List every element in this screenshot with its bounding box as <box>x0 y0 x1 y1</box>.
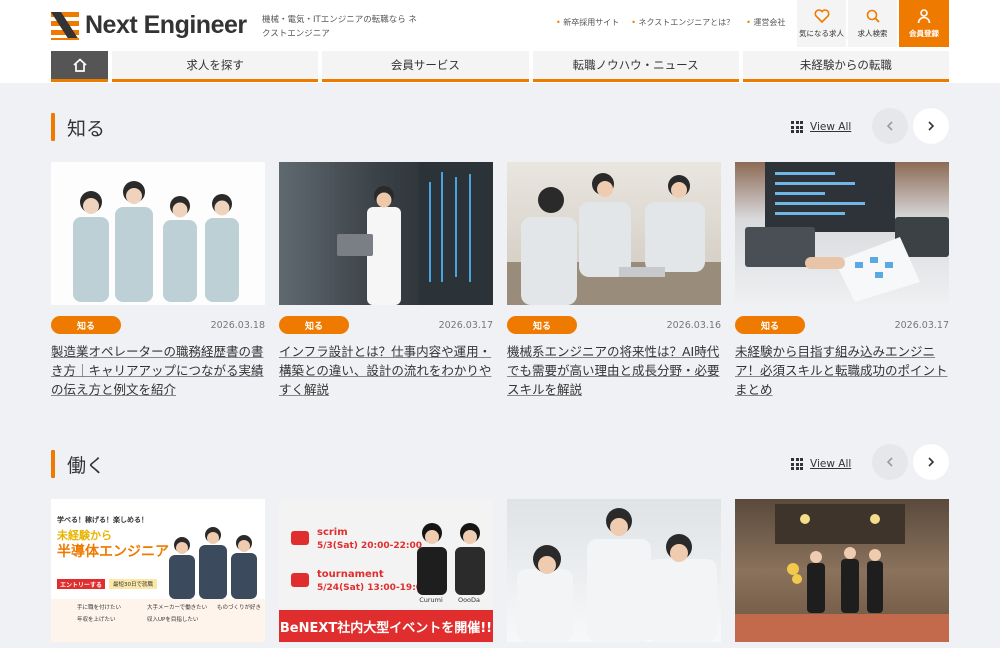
banner-check-item: 大手メーカーで働きたい <box>147 605 208 611</box>
favorites-button[interactable]: 気になる求人 <box>797 0 846 47</box>
event-tournament-time: 5/24(Sat) 13:00-19:00 <box>317 583 429 593</box>
article-card[interactable] <box>507 499 721 642</box>
banner-top-text: 学べる！稼げる！楽しめる！ <box>57 516 148 524</box>
event-tournament-label: tournament <box>317 569 384 580</box>
article-card[interactable] <box>735 499 949 642</box>
home-icon <box>72 58 87 72</box>
carousel-prev-button[interactable] <box>872 108 908 144</box>
site-header: Next Engineer 機械・電気・ITエンジニアの転職なら ネクストエンジ… <box>0 0 1000 83</box>
article-thumbnail[interactable] <box>51 162 265 305</box>
event-scrim-label: scrim <box>317 527 348 538</box>
article-date: 2026.03.16 <box>666 319 721 331</box>
banner-entry-button[interactable]: エントリーする <box>57 579 105 589</box>
article-title[interactable]: 未経験から目指す組み込みエンジニア！必須スキルと転職成功のポイントまとめ <box>735 342 949 399</box>
article-card[interactable]: 知る 2026.03.17 インフラ設計とは？仕事内容や運用・構築との違い、設計… <box>279 162 493 399</box>
article-title[interactable]: 製造業オペレーターの職務経歴書の書き方｜キャリアアップにつながる実績の伝え方と例… <box>51 342 265 399</box>
article-card[interactable]: 学べる！稼げる！楽しめる！ 未経験から 半導体エンジニア エントリーする 最短3… <box>51 499 265 642</box>
article-card[interactable]: 知る 2026.03.18 製造業オペレーターの職務経歴書の書き方｜キャリアアッ… <box>51 162 265 399</box>
grid-icon <box>791 121 803 133</box>
chevron-left-icon <box>886 121 893 131</box>
top-link-about[interactable]: ネクストエンジニアとは？ <box>631 17 735 28</box>
article-thumbnail[interactable] <box>279 162 493 305</box>
brand-logo[interactable]: Next Engineer <box>51 11 247 40</box>
robot-icon <box>291 531 309 587</box>
register-button[interactable]: 会員登録 <box>899 0 949 47</box>
article-thumbnail[interactable]: 学べる！稼げる！楽しめる！ 未経験から 半導体エンジニア エントリーする 最短3… <box>51 499 265 642</box>
section-title-know: 知る <box>51 113 105 141</box>
view-all-label: View All <box>810 458 852 470</box>
chevron-left-icon <box>886 457 893 467</box>
banner-badge: 最短30日で就職 <box>109 579 157 589</box>
category-tag[interactable]: 知る <box>279 316 349 334</box>
logo-mark-icon <box>51 11 79 40</box>
job-search-label: 求人検索 <box>857 29 888 38</box>
main-nav: 求人を探す 会員サービス 転職ノウハウ・ニュース 未経験からの転職 <box>51 51 949 82</box>
article-thumbnail[interactable] <box>507 162 721 305</box>
article-thumbnail[interactable] <box>735 499 949 642</box>
player-name: Curumi <box>419 596 443 604</box>
category-tag[interactable]: 知る <box>507 316 577 334</box>
article-thumbnail[interactable]: scrim 5/3(Sat) 20:00-22:00 tournament 5/… <box>279 499 493 642</box>
search-icon <box>866 9 880 23</box>
heart-icon <box>813 9 830 24</box>
carousel-next-button[interactable] <box>913 108 949 144</box>
brand-name: Next Engineer <box>85 11 247 39</box>
banner-check-item: 収入UPを目指したい <box>147 617 199 623</box>
player-name: OooDa <box>457 596 481 604</box>
carousel-prev-button[interactable] <box>872 444 908 480</box>
article-thumbnail[interactable] <box>507 499 721 642</box>
view-all-link-know[interactable]: View All <box>791 121 851 133</box>
job-search-button[interactable]: 求人検索 <box>848 0 897 47</box>
register-label: 会員登録 <box>909 29 939 38</box>
banner-main-text-2: 半導体エンジニア <box>57 544 169 560</box>
section-title-text: 働く <box>67 454 106 477</box>
top-link-company[interactable]: 運営会社 <box>746 17 785 28</box>
event-banner-title: BeNEXT社内大型イベントを開催!! <box>279 610 493 642</box>
section-accent-bar <box>51 450 55 478</box>
article-card[interactable]: 知る 2026.03.16 機械系エンジニアの将来性は？AI時代でも需要が高い理… <box>507 162 721 399</box>
event-scrim-time: 5/3(Sat) 20:00-22:00 <box>317 541 423 551</box>
article-date: 2026.03.17 <box>894 319 949 331</box>
category-tag[interactable]: 知る <box>735 316 805 334</box>
banner-check-item: 手に職を付けたい <box>77 605 122 611</box>
nav-inexperienced[interactable]: 未経験からの転職 <box>742 51 949 82</box>
section-title-text: 知る <box>67 117 106 140</box>
section-accent-bar <box>51 113 55 141</box>
tagline: 機械・電気・ITエンジニアの転職なら ネクストエンジニア <box>262 15 417 39</box>
banner-checklist: 手に職を付けたい 大手メーカーで働きたい ものづくりが好き 年収を上げたい 収入… <box>77 603 265 623</box>
article-title[interactable]: 機械系エンジニアの将来性は？AI時代でも需要が高い理由と成長分野・必要スキルを解… <box>507 342 721 399</box>
top-links: 新卒採用サイト ネクストエンジニアとは？ 運営会社 <box>556 17 785 28</box>
grid-icon <box>791 458 803 470</box>
article-card[interactable]: 知る 2026.03.17 未経験から目指す組み込みエンジニア！必須スキルと転職… <box>735 162 949 399</box>
view-all-label: View All <box>810 121 852 133</box>
nav-member-service[interactable]: 会員サービス <box>322 51 529 82</box>
chevron-right-icon <box>928 457 935 467</box>
top-link-newgrad[interactable]: 新卒採用サイト <box>556 17 619 28</box>
carousel-next-button[interactable] <box>913 444 949 480</box>
banner-check-item: ものづくりが好き <box>217 605 262 611</box>
article-card[interactable]: scrim 5/3(Sat) 20:00-22:00 tournament 5/… <box>279 499 493 642</box>
nav-knowhow-news[interactable]: 転職ノウハウ・ニュース <box>532 51 739 82</box>
section-title-work: 働く <box>51 450 105 478</box>
chevron-right-icon <box>928 121 935 131</box>
article-thumbnail[interactable] <box>735 162 949 305</box>
view-all-link-work[interactable]: View All <box>791 458 851 470</box>
favorites-label: 気になる求人 <box>799 29 844 38</box>
user-icon <box>917 9 931 24</box>
article-title[interactable]: インフラ設計とは？仕事内容や運用・構築との違い、設計の流れをわかりやすく解説 <box>279 342 493 399</box>
article-date: 2026.03.17 <box>438 319 493 331</box>
nav-home[interactable] <box>51 51 108 82</box>
article-date: 2026.03.18 <box>210 319 265 331</box>
nav-find-jobs[interactable]: 求人を探す <box>112 51 319 82</box>
banner-check-item: 年収を上げたい <box>77 617 116 623</box>
category-tag[interactable]: 知る <box>51 316 121 334</box>
